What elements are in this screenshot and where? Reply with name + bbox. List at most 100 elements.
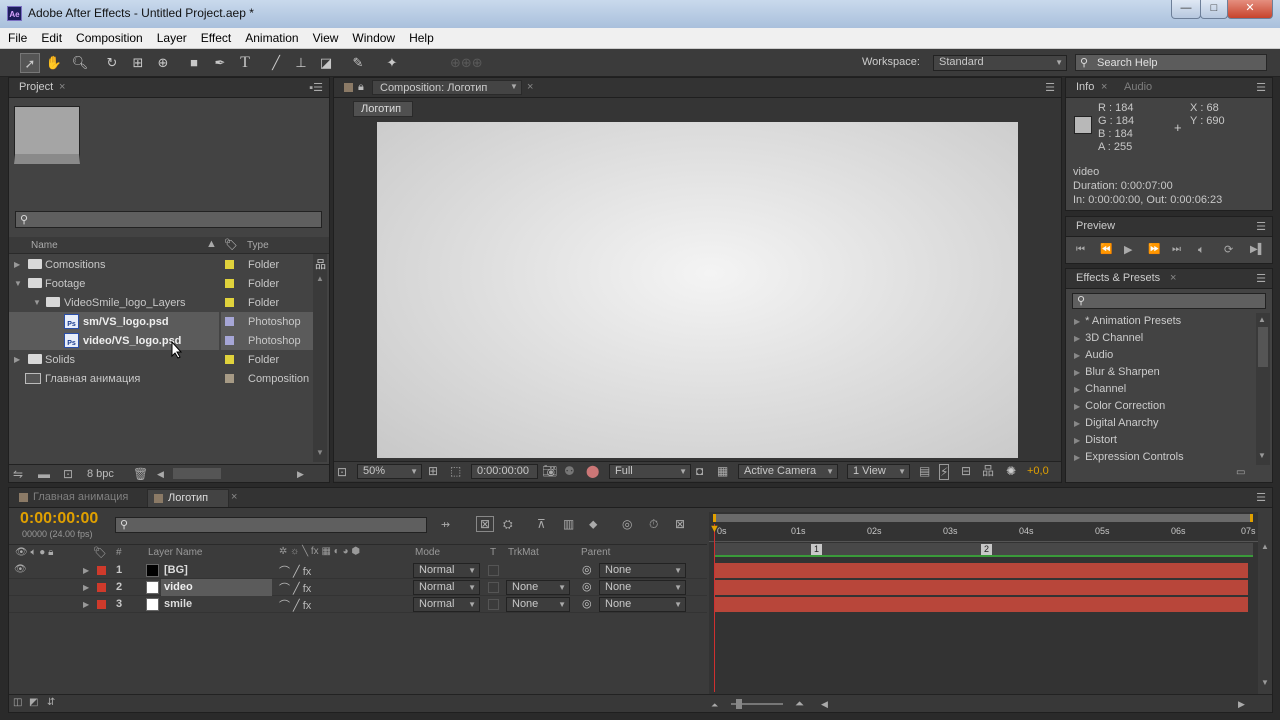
eye-icon[interactable]: 👁︎: [14, 563, 27, 577]
playhead-icon[interactable]: ▼: [709, 523, 720, 535]
scroll-thumb[interactable]: [1258, 327, 1268, 367]
mode-dropdown[interactable]: Normal ▼: [413, 597, 480, 612]
graph-editor-icon[interactable]: ⊠: [675, 517, 685, 531]
list-item[interactable]: Главная анимация Composition: [9, 369, 313, 388]
layer-switches[interactable]: ⌒ ╱ fx: [279, 563, 311, 579]
mask-visibility-icon[interactable]: ⬚: [450, 464, 461, 478]
scroll-left-icon[interactable]: ◀: [821, 697, 828, 711]
close-tab-icon[interactable]: ×: [1101, 81, 1107, 93]
horizontal-scroll-thumb[interactable]: [173, 468, 221, 479]
effect-category[interactable]: ▶ * Animation Presets: [1074, 315, 1181, 327]
effects-scrollbar[interactable]: ▲ ▼: [1256, 313, 1270, 465]
lock-icon[interactable]: 🔒︎: [358, 81, 364, 94]
auto-keyframe-icon[interactable]: ◎: [622, 517, 632, 531]
pick-whip-icon[interactable]: ◎: [582, 580, 592, 593]
toggle-in-out-icon[interactable]: ⇵: [47, 696, 55, 710]
pen-tool-icon[interactable]: ✒: [210, 53, 230, 73]
scroll-up-icon[interactable]: ▲: [316, 274, 324, 283]
label-swatch[interactable]: [225, 298, 234, 307]
toggle-layer-switches-icon[interactable]: ◫: [13, 696, 22, 710]
menu-composition[interactable]: Composition: [69, 28, 150, 45]
layer-switches[interactable]: ⌒ ╱ fx: [279, 580, 311, 596]
scroll-right-icon[interactable]: ▶: [297, 467, 304, 481]
play-icon[interactable]: ▶: [1124, 243, 1132, 257]
mode-dropdown[interactable]: Normal ▼: [413, 563, 480, 578]
tab-preview[interactable]: Preview: [1076, 220, 1115, 232]
always-preview-icon[interactable]: ⊡: [337, 465, 347, 479]
layer-name[interactable]: [BG]: [164, 564, 188, 576]
trash-icon[interactable]: 🗑︎: [133, 467, 148, 481]
frame-blending-icon[interactable]: ⊼: [537, 517, 546, 531]
zoom-slider-thumb[interactable]: [736, 699, 742, 709]
brush-tool-icon[interactable]: ╱: [266, 53, 286, 73]
comp-mini-flowchart-icon[interactable]: ⇸: [441, 518, 450, 532]
rotation-tool-icon[interactable]: ↻: [102, 53, 122, 73]
layer-duration-bar[interactable]: [715, 597, 1248, 612]
label-swatch[interactable]: [225, 317, 234, 326]
layer-label-swatch[interactable]: [97, 600, 106, 609]
effect-category[interactable]: ▶ Distort: [1074, 434, 1117, 446]
hide-shy-layers-icon[interactable]: ⛭: [503, 517, 513, 531]
layer-duration-bar[interactable]: [715, 563, 1248, 578]
loop-icon[interactable]: ⟳: [1224, 243, 1233, 257]
effect-category[interactable]: ▶ Color Correction: [1074, 400, 1165, 412]
toggle-pixel-aspect-icon[interactable]: ▤: [919, 464, 930, 478]
scroll-down-icon[interactable]: ▼: [316, 448, 324, 457]
comp-marker[interactable]: 1: [811, 544, 823, 555]
stopwatch-icon[interactable]: ⏱︎: [649, 517, 658, 531]
zoom-tool-icon[interactable]: 🔍︎: [70, 53, 90, 73]
table-row[interactable]: ▶ 2 video ⌒ ╱ fx Normal ▼ None ▼ ◎ None ▼: [9, 579, 707, 596]
menu-window[interactable]: Window: [345, 28, 402, 45]
clone-stamp-tool-icon[interactable]: ⊥: [291, 53, 311, 73]
menu-file[interactable]: File: [0, 28, 34, 45]
tab-main-animation[interactable]: Главная анимация: [33, 491, 128, 503]
new-folder-icon[interactable]: ▬: [38, 467, 50, 481]
pan-behind-tool-icon[interactable]: ⊕: [153, 53, 173, 73]
safe-zones-icon[interactable]: ⊞: [428, 464, 438, 478]
flowchart-icon[interactable]: 品: [315, 256, 326, 272]
channel-rgb-icon[interactable]: ⬤: [586, 464, 599, 478]
snapshot-camera-icon[interactable]: 📷︎: [542, 464, 557, 478]
tab-audio[interactable]: Audio: [1124, 81, 1152, 93]
menu-help[interactable]: Help: [402, 28, 441, 45]
scroll-up-icon[interactable]: ▲: [1258, 315, 1266, 324]
close-tab-icon[interactable]: ×: [59, 81, 65, 93]
tab-composition[interactable]: Composition: Логотип ▼: [372, 80, 522, 95]
close-tab-icon[interactable]: ×: [527, 81, 533, 93]
current-time-field[interactable]: 0:00:00:00: [471, 464, 538, 479]
comp-breadcrumb[interactable]: Логотип: [353, 101, 413, 117]
column-name[interactable]: Name: [31, 240, 58, 251]
interpret-footage-icon[interactable]: ⇋: [13, 467, 23, 481]
chevron-down-icon[interactable]: ▼: [510, 82, 518, 91]
effect-category[interactable]: ▶ 3D Channel: [1074, 332, 1143, 344]
parent-dropdown[interactable]: None ▼: [599, 580, 686, 595]
table-row[interactable]: ▶ 3 smile ⌒ ╱ fx Normal ▼ None ▼ ◎ None ▼: [9, 596, 707, 613]
menu-view[interactable]: View: [306, 28, 346, 45]
flowchart-icon[interactable]: 品: [982, 464, 994, 478]
comp-marker[interactable]: 2: [981, 544, 993, 555]
motion-blur-icon[interactable]: ▥: [563, 517, 574, 531]
expand-triangle-icon[interactable]: ▶: [83, 566, 89, 575]
bit-depth-label[interactable]: 8 bpc: [87, 468, 114, 480]
minimize-button[interactable]: —: [1171, 0, 1201, 19]
selection-tool-icon[interactable]: ➚: [20, 53, 40, 73]
preserve-transparency-checkbox[interactable]: [488, 565, 499, 576]
layer-name[interactable]: smile: [164, 598, 192, 610]
expand-triangle-icon[interactable]: ▶: [83, 600, 89, 609]
scroll-left-icon[interactable]: ◀: [157, 467, 164, 481]
tab-effects-presets[interactable]: Effects & Presets: [1076, 272, 1160, 284]
effect-category[interactable]: ▶ Channel: [1074, 383, 1126, 395]
collapse-triangle-icon[interactable]: ▼: [33, 298, 41, 307]
puppet-pin-tool-icon[interactable]: ✦: [382, 53, 402, 73]
layer-name-highlight[interactable]: video: [161, 579, 272, 596]
show-snapshot-icon[interactable]: ⚉: [564, 464, 575, 478]
tab-project[interactable]: Project: [19, 81, 53, 93]
new-composition-icon[interactable]: ⊡: [63, 467, 73, 481]
preserve-transparency-checkbox[interactable]: [488, 599, 499, 610]
list-item-selected[interactable]: Ps sm/VS_logo.psd Photoshop: [9, 312, 313, 331]
pick-whip-icon[interactable]: ◎: [582, 563, 592, 576]
table-row[interactable]: 👁︎ ▶ 1 [BG] ⌒ ╱ fx Normal ▼ ◎ None ▼: [9, 562, 707, 579]
toggle-transfer-controls-icon[interactable]: ◩: [29, 696, 38, 710]
timeline-search-input[interactable]: ⚲: [115, 517, 427, 533]
panel-menu-icon[interactable]: ☰: [1256, 81, 1266, 94]
